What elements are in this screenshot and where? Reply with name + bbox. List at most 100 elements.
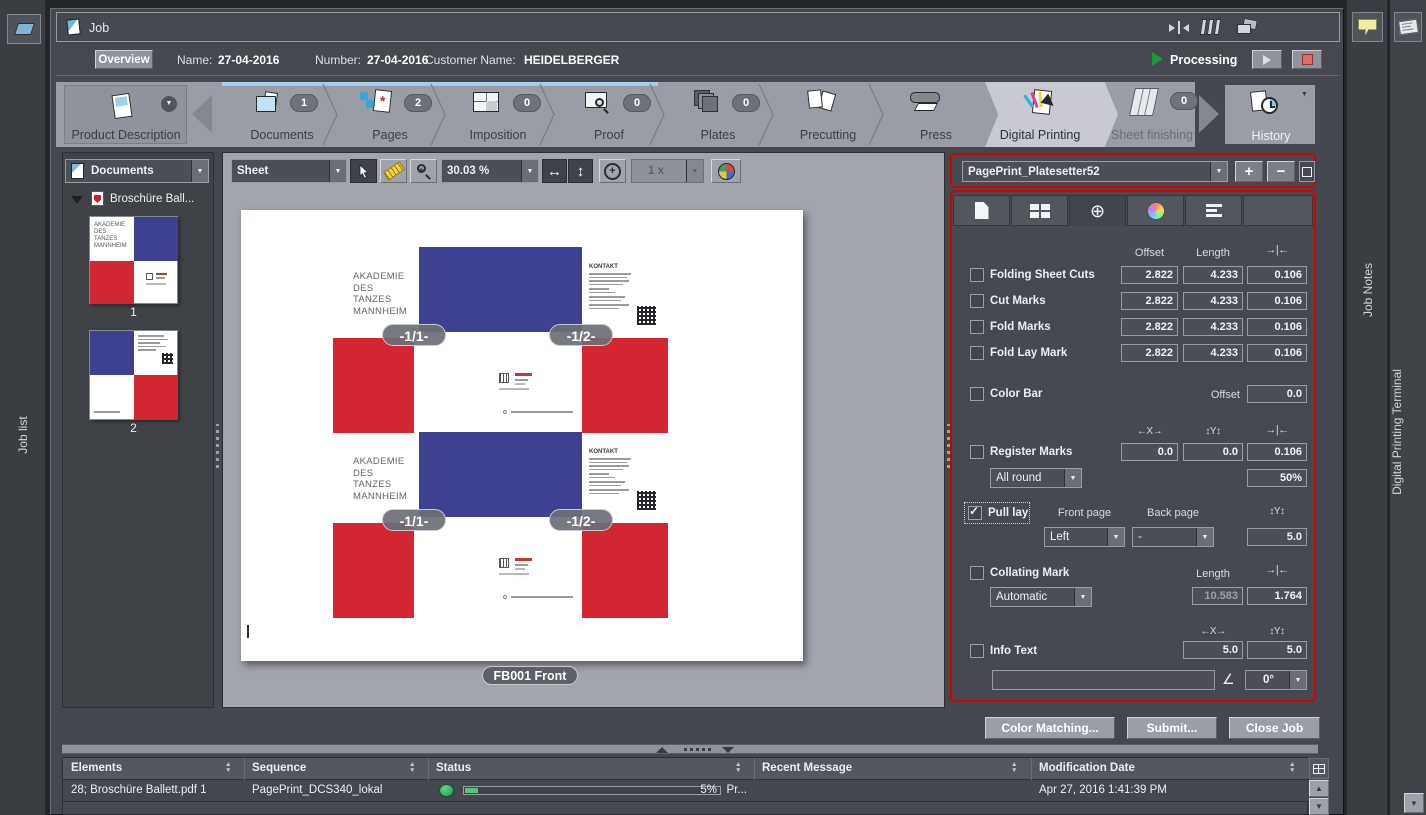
zoom-tool-button[interactable]: + xyxy=(410,159,437,183)
job-notes-rail-label[interactable]: Job Notes xyxy=(1361,230,1375,350)
cut-marks-checkbox[interactable] xyxy=(970,294,984,308)
resume-button[interactable] xyxy=(1252,50,1282,69)
fold-marks-gap-field[interactable]: 0.106 xyxy=(1247,318,1307,336)
workflow-step-history[interactable]: ▼ History xyxy=(1225,85,1315,144)
color-matching-button[interactable]: Color Matching... xyxy=(985,717,1115,739)
splitter-collapse-down-icon[interactable] xyxy=(722,747,734,753)
tab-sheet[interactable] xyxy=(953,195,1010,226)
pull-lay-back-select[interactable]: - ▼ xyxy=(1132,527,1214,547)
job-notes-panel-button[interactable] xyxy=(1352,12,1383,42)
register-marks-gap-field[interactable]: 0.106 xyxy=(1247,443,1307,461)
fold-lay-mark-length-field[interactable]: 4.233 xyxy=(1183,344,1243,362)
overview-button[interactable]: Overview xyxy=(95,50,153,69)
fold-lay-mark-checkbox[interactable] xyxy=(970,346,984,360)
workflow-step-plates[interactable]: Plates 0 xyxy=(670,84,765,145)
fold-marks-checkbox[interactable] xyxy=(970,320,984,334)
workflow-step-sheet-finishing[interactable]: Sheet finishing 0 xyxy=(1104,84,1199,145)
folding-sheet-cuts-checkbox[interactable] xyxy=(970,268,984,282)
info-text-y-field[interactable]: 5.0 xyxy=(1247,641,1307,659)
sort-icon[interactable]: ▲▼ xyxy=(1011,762,1017,774)
table-options-button[interactable] xyxy=(1309,758,1329,779)
submit-button[interactable]: Submit... xyxy=(1127,717,1217,739)
panel-splitter-left[interactable] xyxy=(214,152,222,708)
info-text-angle-select[interactable]: 0° ▼ xyxy=(1245,670,1307,690)
workflow-step-pages[interactable]: * Pages 2 xyxy=(342,84,437,145)
workflow-step-precutting[interactable]: Precutting xyxy=(780,84,875,145)
folding-sheet-cuts-gap-field[interactable]: 0.106 xyxy=(1247,266,1307,284)
info-text-checkbox[interactable] xyxy=(970,644,984,658)
fold-marks-offset-field[interactable]: 2.822 xyxy=(1121,318,1178,336)
register-marks-checkbox[interactable] xyxy=(970,445,984,459)
close-job-button[interactable]: Close Job xyxy=(1229,717,1320,739)
fold-lay-mark-offset-field[interactable]: 2.822 xyxy=(1121,344,1178,362)
page-thumbnail-2[interactable] xyxy=(89,330,178,420)
zoom-level-select[interactable]: 30.03 % ▼ xyxy=(441,159,539,183)
tree-expand-icon[interactable] xyxy=(71,196,83,204)
column-header-sequence[interactable]: Sequence xyxy=(252,762,306,774)
sort-icon[interactable]: ▲▼ xyxy=(735,762,741,774)
sort-icon[interactable]: ▲▼ xyxy=(225,762,231,774)
repeat-select[interactable]: 1 x ▼ xyxy=(631,159,704,183)
detach-window-icon[interactable] xyxy=(1237,19,1261,36)
maximize-device-button[interactable] xyxy=(1299,161,1315,182)
workflow-scroll-right-icon[interactable] xyxy=(1199,95,1219,133)
zoom-area-button[interactable]: + xyxy=(599,159,626,183)
cut-marks-offset-field[interactable]: 2.822 xyxy=(1121,292,1178,310)
job-list-rail-label[interactable]: Job list xyxy=(16,375,30,495)
column-header-recent-message[interactable]: Recent Message xyxy=(762,762,852,774)
document-tree-item[interactable]: Broschüre Ball... xyxy=(110,193,194,205)
workflow-step-documents[interactable]: Documents 1 xyxy=(228,84,323,145)
color-bar-offset-field[interactable]: 0.0 xyxy=(1247,385,1307,403)
remove-device-button[interactable]: − xyxy=(1267,161,1295,182)
documents-panel-selector[interactable]: Documents ▼ xyxy=(65,159,209,183)
collating-mark-length-field[interactable]: 10.583 xyxy=(1192,587,1243,605)
collapse-panels-icon[interactable] xyxy=(1169,21,1189,34)
device-select[interactable]: PagePrint_Platesetter52 ▼ xyxy=(962,161,1228,182)
color-bar-checkbox[interactable] xyxy=(970,387,984,401)
history-menu-icon[interactable]: ▼ xyxy=(1301,91,1308,98)
tab-marks[interactable]: ⊕ xyxy=(1069,195,1126,226)
sheet-preview[interactable]: AKADEMIEDES TANZESMANNHEIM KONTAKT xyxy=(241,210,803,661)
stacked-views-icon[interactable] xyxy=(1201,19,1223,35)
folding-sheet-cuts-offset-field[interactable]: 2.822 xyxy=(1121,266,1178,284)
tab-layout[interactable] xyxy=(1011,195,1068,226)
sort-icon[interactable]: ▲▼ xyxy=(409,762,415,774)
page-thumbnail-1[interactable]: AKADEMIE DES TANZES MANNHEIM xyxy=(89,216,178,304)
table-scroll-up-button[interactable]: ▲ xyxy=(1309,780,1329,797)
tab-output[interactable] xyxy=(1185,195,1242,226)
cut-marks-gap-field[interactable]: 0.106 xyxy=(1247,292,1307,310)
register-marks-y-field[interactable]: 0.0 xyxy=(1183,443,1243,461)
tab-color[interactable] xyxy=(1127,195,1184,226)
view-mode-select[interactable]: Sheet ▼ xyxy=(231,159,347,183)
splitter-collapse-up-icon[interactable] xyxy=(656,747,668,753)
separations-button[interactable] xyxy=(711,159,741,183)
register-marks-x-field[interactable]: 0.0 xyxy=(1121,443,1178,461)
collating-mark-gap-field[interactable]: 1.764 xyxy=(1247,587,1307,605)
collating-mark-mode-select[interactable]: Automatic ▼ xyxy=(990,587,1092,607)
info-text-input[interactable] xyxy=(992,670,1215,690)
info-text-x-field[interactable]: 5.0 xyxy=(1183,641,1243,659)
queue-table-row[interactable]: 28; Broschüre Ballett.pdf 1 PagePrint_DC… xyxy=(63,780,1309,802)
terminal-rail-label[interactable]: Digital Printing Terminal xyxy=(1390,352,1404,512)
workflow-step-imposition[interactable]: Imposition 0 xyxy=(451,84,546,145)
stop-button[interactable] xyxy=(1292,50,1322,69)
select-tool-button[interactable] xyxy=(350,159,377,183)
sort-icon[interactable]: ▲▼ xyxy=(1289,762,1295,774)
column-header-modification-date[interactable]: Modification Date xyxy=(1039,762,1135,774)
horizontal-splitter[interactable] xyxy=(62,744,1318,754)
pull-lay-checkbox[interactable] xyxy=(968,506,982,520)
fold-lay-mark-gap-field[interactable]: 0.106 xyxy=(1247,344,1307,362)
rail-scroll-down-button[interactable]: ▼ xyxy=(1404,793,1424,813)
add-device-button[interactable]: + xyxy=(1235,161,1263,182)
fit-height-button[interactable]: ↕ xyxy=(568,159,593,183)
terminal-panel-button[interactable] xyxy=(1394,12,1422,42)
workflow-step-press[interactable]: Press xyxy=(888,84,983,145)
cut-marks-length-field[interactable]: 4.233 xyxy=(1183,292,1243,310)
table-scroll-down-button[interactable]: ▼ xyxy=(1309,798,1329,815)
pull-lay-y-field[interactable]: 5.0 xyxy=(1247,528,1307,546)
workflow-step-proof[interactable]: Proof 0 xyxy=(561,84,656,145)
fold-marks-length-field[interactable]: 4.233 xyxy=(1183,318,1243,336)
column-header-elements[interactable]: Elements xyxy=(71,762,122,774)
column-header-status[interactable]: Status xyxy=(436,762,471,774)
register-marks-size-field[interactable]: 50% xyxy=(1247,469,1307,487)
